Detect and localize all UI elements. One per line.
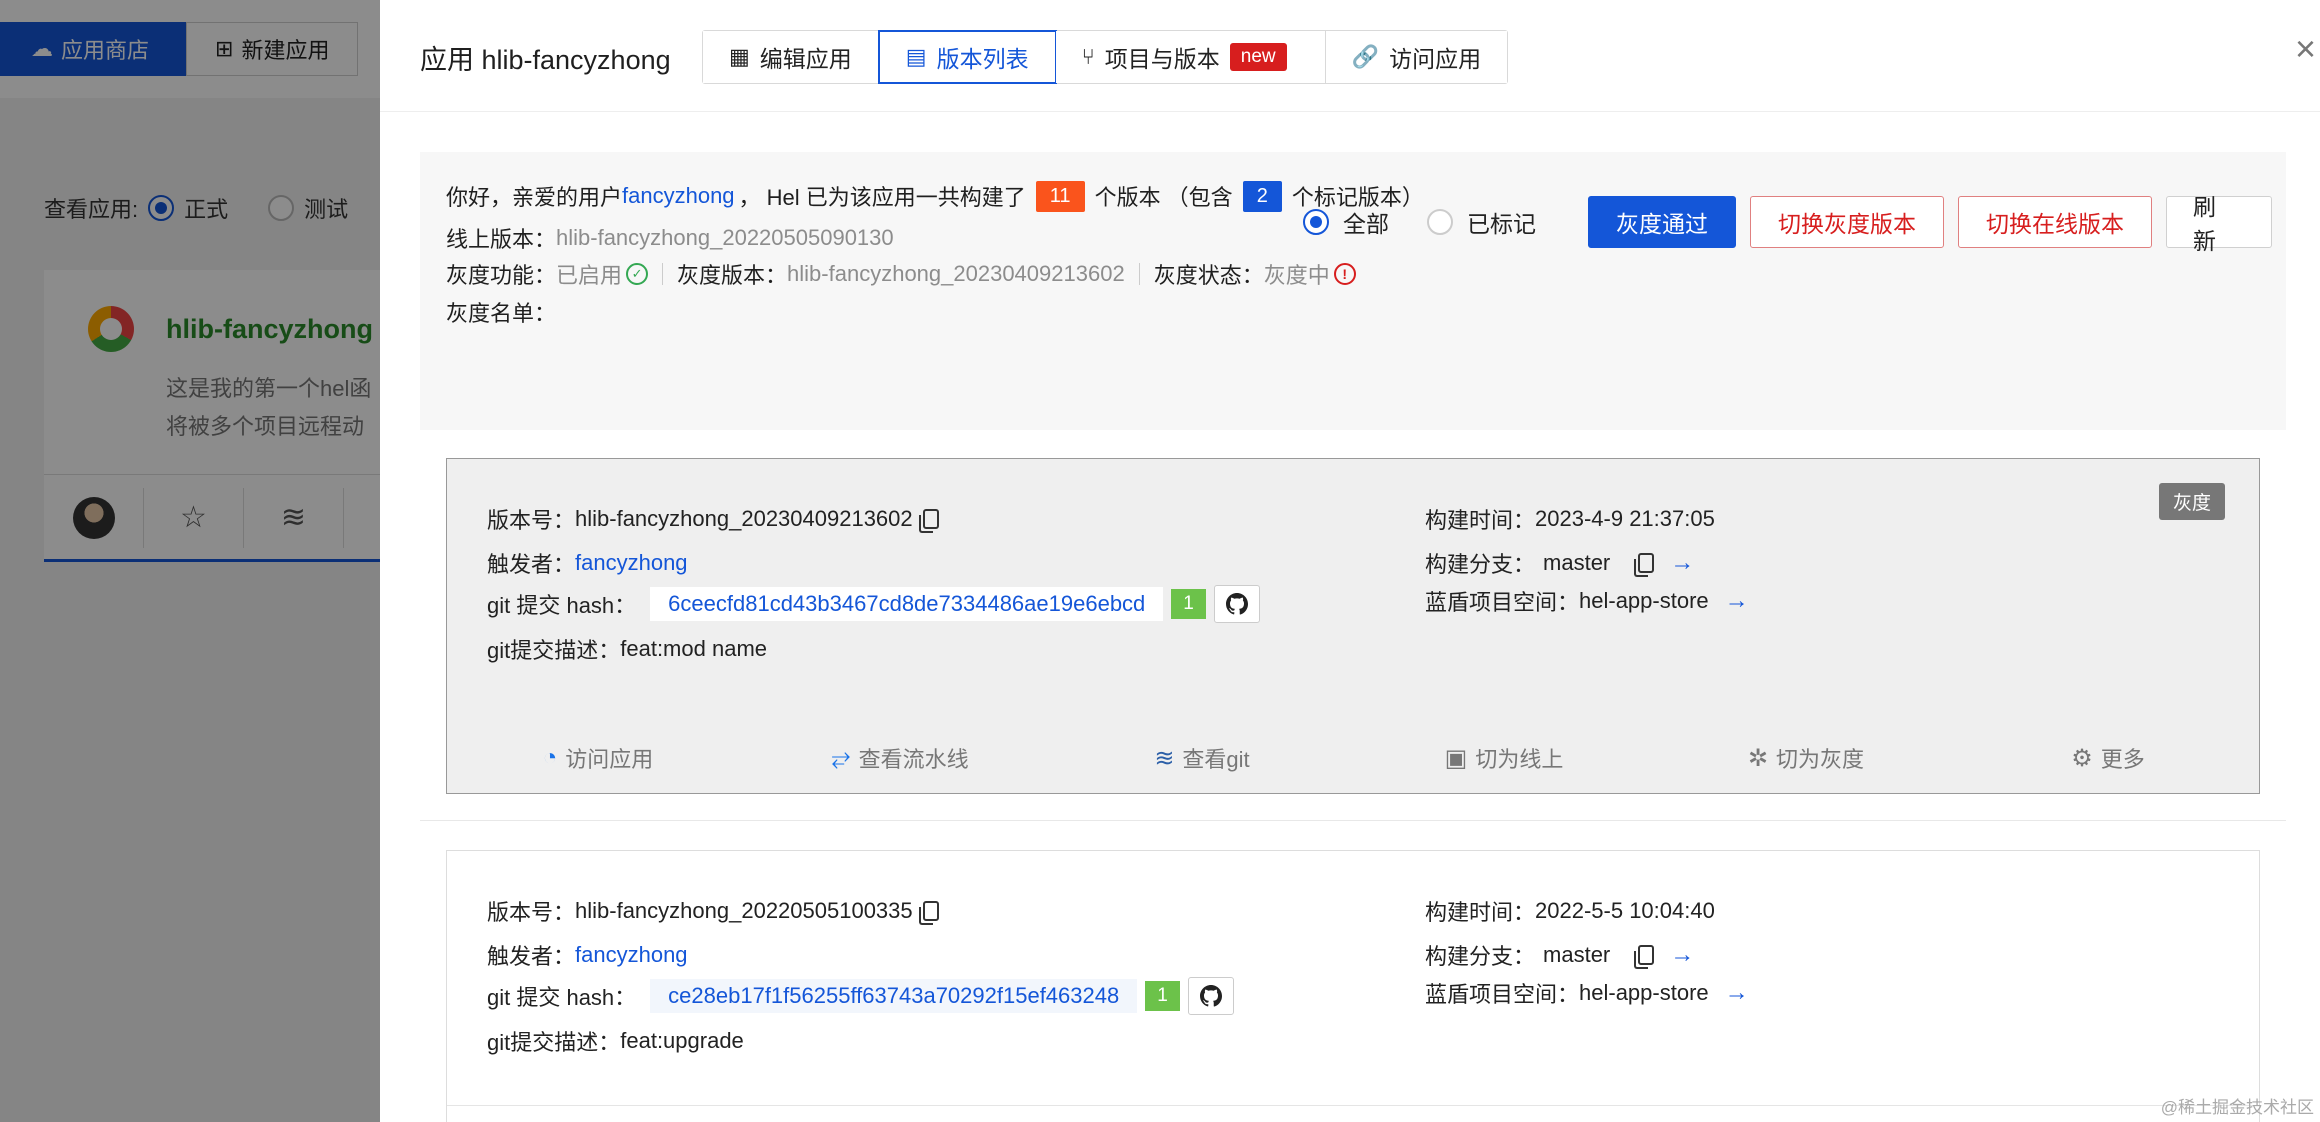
summary-panel: 你好，亲爱的用户 fancyzhong ， Hel 已为该应用一共构建了 11 … <box>420 152 2286 430</box>
arrow-right-icon[interactable]: → <box>1670 941 1694 969</box>
branch-icon: ⑂ <box>1081 44 1095 69</box>
version-controls: 全部 已标记 灰度通过 切换灰度版本 切换在线版本 刷 新 <box>1303 194 2272 254</box>
tab-project-version[interactable]: ⑂ 项目与版本 new <box>1055 31 1326 83</box>
action-visit-app[interactable]: ◔ 访问应用 <box>447 733 749 783</box>
action-switch-online[interactable]: ▣ 切为线上 <box>1353 733 1655 783</box>
switch-gray-button[interactable]: 切换灰度版本 <box>1750 196 1944 248</box>
arrow-right-icon[interactable]: → <box>1725 587 1749 615</box>
commit-hash-link[interactable]: 6ceecfd81cd43b3467cd8de7334486ae19e6ebcd <box>650 587 1164 621</box>
refresh-button[interactable]: 刷 新 <box>2166 194 2272 254</box>
hash-count-badge: 1 <box>1145 981 1180 1011</box>
branch-row: 构建分支： master → <box>1425 941 1695 969</box>
trigger-row: 触发者： fancyzhong <box>487 942 688 969</box>
pipeline-icon: ⥂ <box>831 744 851 771</box>
drawer-title: 应用 hlib-fancyzhong <box>420 45 671 75</box>
build-time-row: 构建时间： 2022-5-5 10:04:40 <box>1425 898 1715 925</box>
github-icon[interactable] <box>1213 585 1260 623</box>
app-drawer: 应用 hlib-fancyzhong ▦ 编辑应用 ▤ 版本列表 ⑂ 项目与版本 new… <box>380 0 2320 1122</box>
commit-hash-link[interactable]: ce28eb17f1f56255ff63743a70292f15ef463248 <box>650 979 1138 1013</box>
desc-row: git提交描述： feat:upgrade <box>487 1028 744 1055</box>
separator <box>662 263 664 285</box>
user-link[interactable]: fancyzhong <box>622 183 735 209</box>
close-icon[interactable]: × <box>2295 28 2316 70</box>
gray-tag: 灰度 <box>2158 483 2225 520</box>
copy-icon[interactable] <box>918 509 939 533</box>
new-badge: new <box>1229 43 1287 71</box>
copy-icon[interactable] <box>1634 945 1655 969</box>
check-circle-icon: ✓ <box>626 263 649 285</box>
copy-icon[interactable] <box>1634 553 1655 577</box>
version-card: 灰度 版本号： hlib-fancyzhong_20230409213602 触… <box>446 458 2260 794</box>
link-icon: 🔗 <box>1351 44 1380 69</box>
gray-pass-button[interactable]: 灰度通过 <box>1588 196 1736 248</box>
divider <box>420 820 2286 821</box>
build-time-row: 构建时间： 2023-4-9 21:37:05 <box>1425 506 1715 533</box>
github-icon[interactable] <box>1187 977 1234 1015</box>
copy-icon[interactable] <box>918 901 939 925</box>
space-row: 蓝盾项目空间： hel-app-store → <box>1425 587 1749 615</box>
hash-row: git 提交 hash： ce28eb17f1f56255ff63743a702… <box>487 977 1234 1015</box>
action-view-pipeline[interactable]: ⥂ 查看流水线 <box>749 733 1051 783</box>
switch-online-icon: ▣ <box>1444 744 1468 772</box>
radio-marked[interactable]: 已标记 <box>1427 205 1536 239</box>
tab-edit-app[interactable]: ▦ 编辑应用 <box>703 31 879 83</box>
tab-version-list[interactable]: ▤ 版本列表 <box>877 30 1057 84</box>
online-version-line: 线上版本： hlib-fancyzhong_20220505090130 <box>446 225 894 252</box>
version-number-row: 版本号： hlib-fancyzhong_20230409213602 <box>487 503 939 535</box>
marked-versions-badge: 2 <box>1242 180 1282 212</box>
grid-icon: ▦ <box>729 44 750 69</box>
version-card: 版本号： hlib-fancyzhong_20220505100335 触发者：… <box>446 850 2260 1122</box>
gray-list-line: 灰度名单： <box>446 301 557 326</box>
drawer-tabs: ▦ 编辑应用 ▤ 版本列表 ⑂ 项目与版本 new 🔗 访问应用 <box>702 30 1509 84</box>
radio-all[interactable]: 全部 <box>1303 205 1389 239</box>
action-switch-gray[interactable]: ✲ 切为灰度 <box>1655 733 1957 783</box>
drawer-header: 应用 hlib-fancyzhong ▦ 编辑应用 ▤ 版本列表 ⑂ 项目与版本 new… <box>380 0 2320 112</box>
switch-online-button[interactable]: 切换在线版本 <box>1958 196 2152 248</box>
tab-visit-app[interactable]: 🔗 访问应用 <box>1325 31 1508 83</box>
version-actions: ◔ 访问应用 ⥂ 查看流水线 ≋ 查看git ▣ 切为线上 ✲ 切为灰度 ⚙ 更多 <box>447 733 2259 783</box>
trigger-row: 触发者： fancyzhong <box>487 550 688 577</box>
total-versions-badge: 11 <box>1035 180 1085 212</box>
action-more[interactable]: ⚙ 更多 <box>1957 733 2259 783</box>
visit-icon: ◔ <box>542 744 558 771</box>
action-view-git[interactable]: ≋ 查看git <box>1051 733 1353 783</box>
bug-icon: ✲ <box>1747 744 1769 772</box>
separator <box>1138 263 1140 285</box>
greeting-line: 你好，亲爱的用户 fancyzhong ， Hel 已为该应用一共构建了 11 … <box>446 180 1424 212</box>
branch-row: 构建分支： master → <box>1425 549 1695 577</box>
divider <box>447 1105 2259 1106</box>
gear-icon: ⚙ <box>2071 744 2093 772</box>
trigger-user-link[interactable]: fancyzhong <box>575 550 688 576</box>
arrow-right-icon[interactable]: → <box>1725 979 1749 1007</box>
git-icon: ≋ <box>1154 744 1175 772</box>
hash-count-badge: 1 <box>1171 589 1206 619</box>
gray-info-line: 灰度功能： 已启用 ✓ 灰度版本： hlib-fancyzhong_202304… <box>446 258 1356 290</box>
desc-row: git提交描述： feat:mod name <box>487 636 767 663</box>
trigger-user-link[interactable]: fancyzhong <box>575 942 688 968</box>
exclamation-circle-icon: ! <box>1333 263 1356 285</box>
list-icon: ▤ <box>905 44 927 69</box>
arrow-right-icon[interactable]: → <box>1670 549 1694 577</box>
space-row: 蓝盾项目空间： hel-app-store → <box>1425 979 1749 1007</box>
version-number-row: 版本号： hlib-fancyzhong_20220505100335 <box>487 895 939 927</box>
watermark: @稀土掘金技术社区 <box>2160 1098 2314 1117</box>
hash-row: git 提交 hash： 6ceecfd81cd43b3467cd8de7334… <box>487 585 1260 623</box>
